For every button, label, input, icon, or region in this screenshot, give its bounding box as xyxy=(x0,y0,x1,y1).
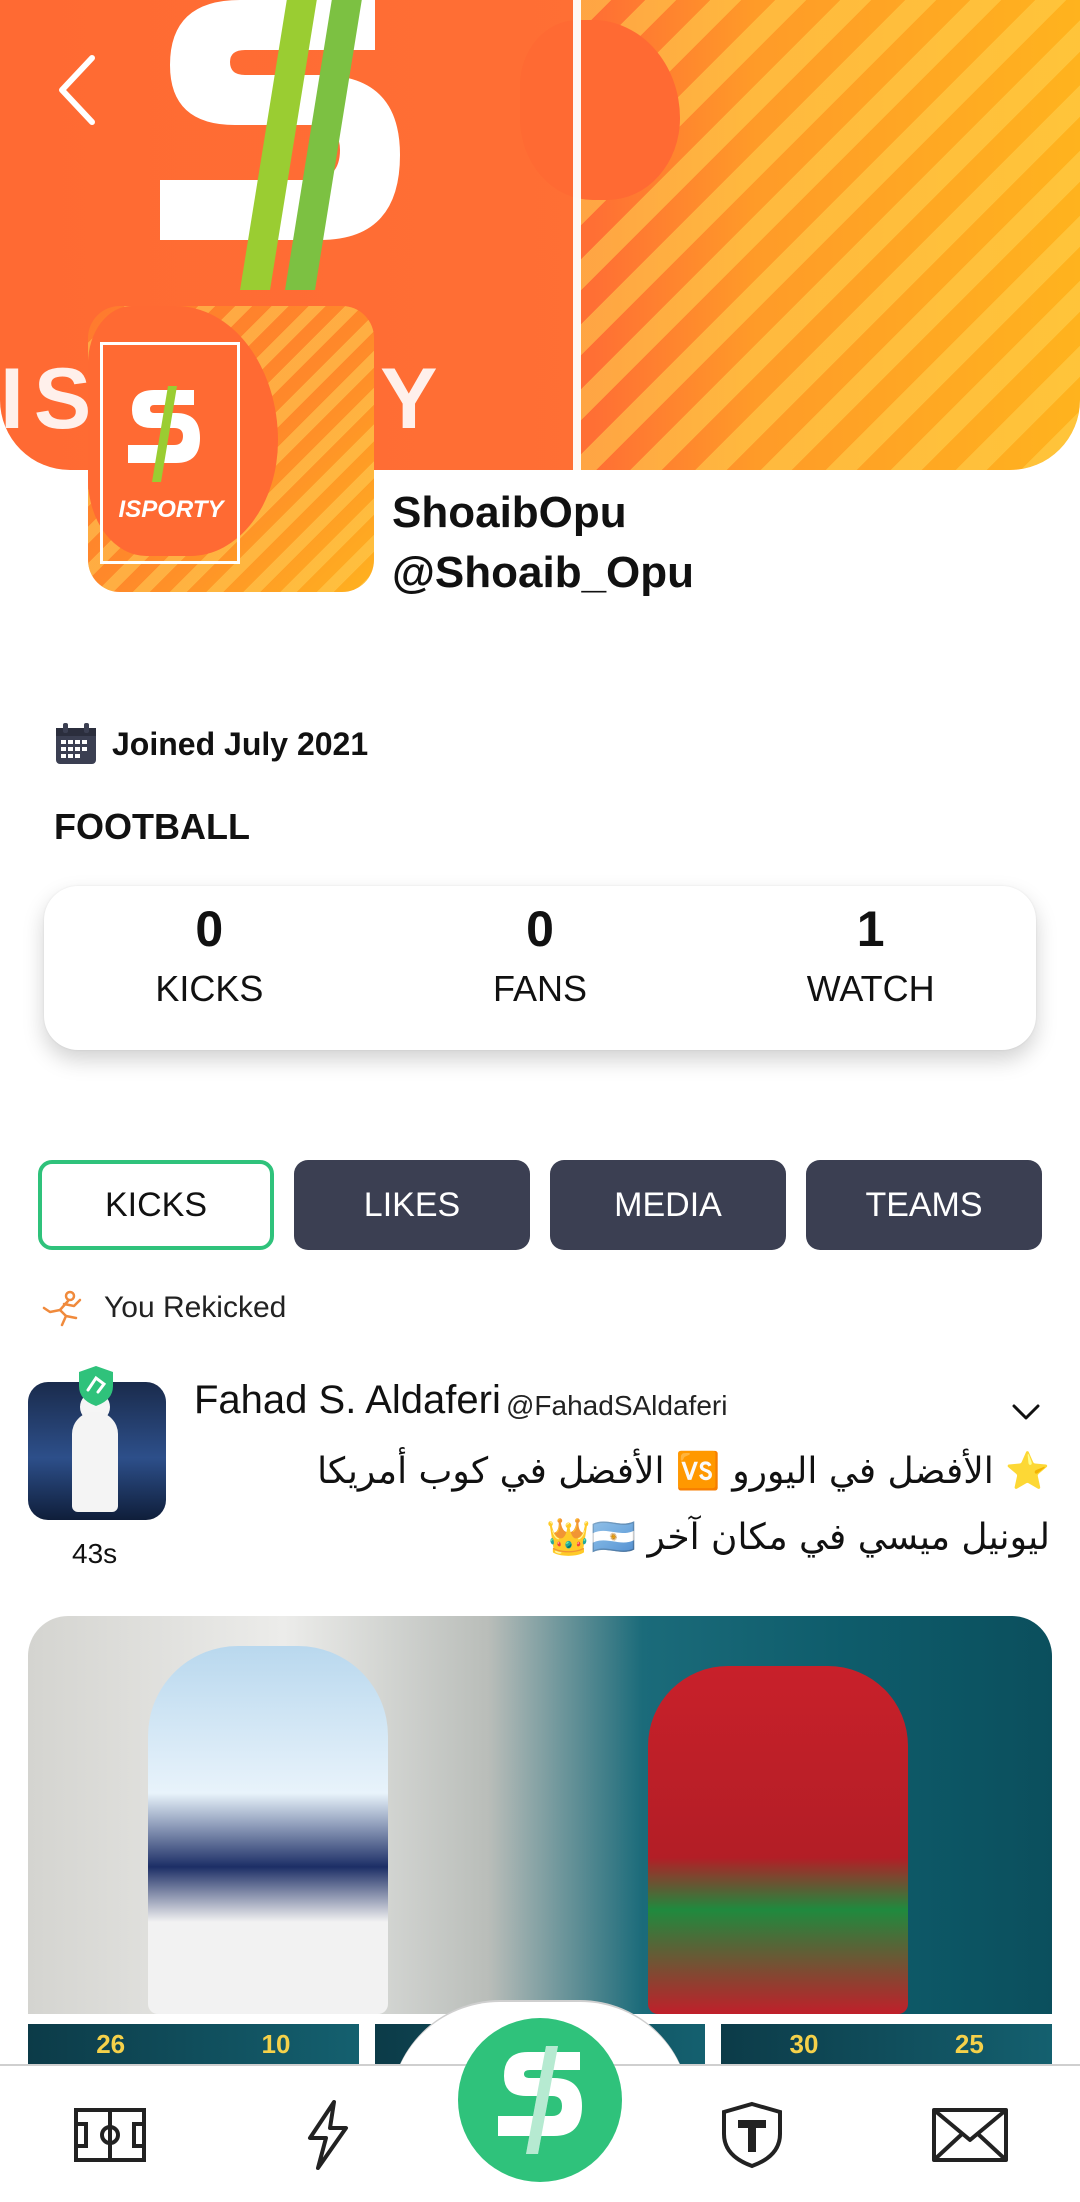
back-chevron-icon[interactable] xyxy=(52,50,112,130)
stat-fans[interactable]: 0 FANS xyxy=(375,886,706,1050)
thumbnail-number: 26 xyxy=(96,2028,126,2059)
isporty-logo-button[interactable] xyxy=(458,2018,622,2182)
tab-likes[interactable]: LIKES xyxy=(294,1160,530,1250)
player-left xyxy=(148,1646,388,2014)
stat-label: KICKS xyxy=(155,968,264,1009)
display-name: ShoaibOpu xyxy=(392,488,627,537)
post-author-name[interactable]: Fahad S. Aldaferi xyxy=(194,1378,501,1423)
isporty-logo-icon xyxy=(160,0,400,290)
rekick-row: You Rekicked xyxy=(40,1288,286,1328)
media-thumbnail[interactable]: 30 25 xyxy=(721,2024,1053,2064)
stat-value: 0 xyxy=(526,901,554,957)
joined-row: Joined July 2021 xyxy=(54,722,368,766)
verified-shield-icon xyxy=(79,1366,113,1406)
tab-teams[interactable]: TEAMS xyxy=(806,1160,1042,1250)
player-right xyxy=(648,1666,908,2014)
stat-value: 0 xyxy=(195,901,224,957)
user-handle: @Shoaib_Opu xyxy=(392,548,695,597)
media-thumbnail[interactable]: 26 10 xyxy=(28,2024,359,2064)
isporty-logo-icon xyxy=(498,2046,582,2154)
isporty-logo-icon xyxy=(128,386,200,482)
post-text-line: ⭐️ الأفضل في اليورو 🆚 الأفضل في كوب أمري… xyxy=(317,1451,1050,1492)
stat-label: WATCH xyxy=(806,968,935,1009)
avatar-body xyxy=(72,1412,118,1512)
tab-media[interactable]: MEDIA xyxy=(550,1160,786,1250)
tab-kicks[interactable]: KICKS xyxy=(38,1160,274,1250)
post-text-line: ليونيل ميسي في مكان آخر 🇦🇷👑 xyxy=(546,1517,1050,1558)
stat-value: 1 xyxy=(856,901,885,957)
stat-label: FANS xyxy=(492,968,588,1009)
post-timestamp: 43s xyxy=(72,1538,118,1569)
pitch-icon[interactable] xyxy=(70,2100,150,2170)
rekick-label: You Rekicked xyxy=(104,1291,287,1324)
shield-t-icon[interactable] xyxy=(712,2100,792,2170)
rekick-icon xyxy=(42,1290,82,1327)
calendar-icon xyxy=(56,723,96,764)
chevron-down-icon[interactable] xyxy=(1006,1398,1046,1428)
profile-avatar[interactable]: ISPORTY xyxy=(88,306,374,592)
stats-card: 0 KICKS 0 FANS 1 WATCH xyxy=(44,886,1036,1050)
sport-label: FOOTBALL xyxy=(54,806,250,847)
banner-divider xyxy=(573,0,581,470)
mail-icon[interactable] xyxy=(930,2100,1010,2170)
lightning-icon[interactable] xyxy=(288,2100,368,2170)
stat-kicks[interactable]: 0 KICKS xyxy=(44,886,375,1050)
thumbnail-number: 10 xyxy=(261,2028,291,2059)
avatar-logo-text: ISPORTY xyxy=(118,496,224,523)
post-author-handle[interactable]: @FahadSAldaferi xyxy=(506,1390,727,1422)
stat-watch[interactable]: 1 WATCH xyxy=(705,886,1036,1050)
profile-screen: ISPORTY ISPORTY ShoaibOpu @Shoaib_Opu Jo xyxy=(0,0,1080,2202)
post-media-image[interactable] xyxy=(28,1616,1052,2014)
thumbnail-number: 30 xyxy=(789,2028,819,2059)
joined-date: Joined July 2021 xyxy=(112,725,369,762)
profile-tabs: KICKS LIKES MEDIA TEAMS xyxy=(38,1160,1042,1250)
thumbnail-number: 25 xyxy=(954,2028,984,2059)
